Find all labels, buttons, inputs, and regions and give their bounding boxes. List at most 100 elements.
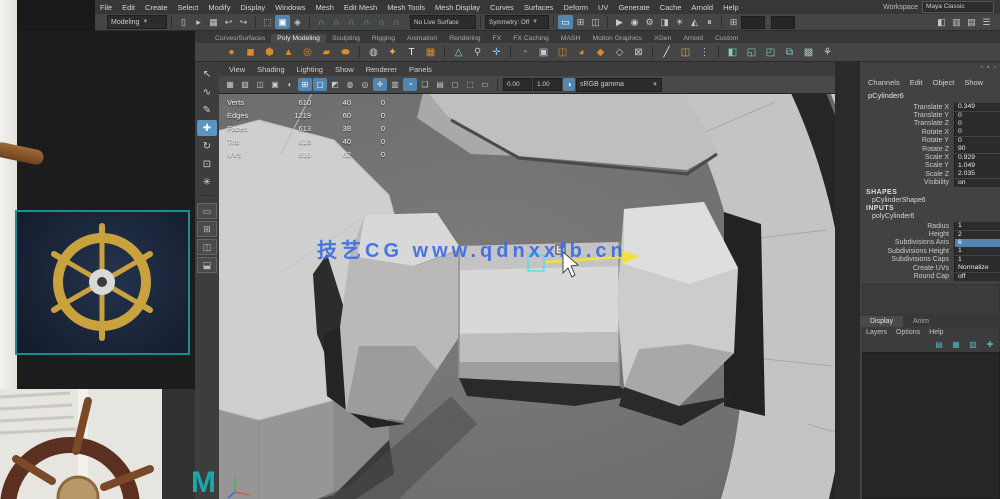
select-camera-icon[interactable]: ▦ bbox=[223, 78, 237, 91]
channel-subdivisions-caps[interactable]: Subdivisions Caps 1 bbox=[860, 255, 1000, 264]
live-surface-dropdown[interactable]: No Live Surface bbox=[410, 15, 476, 29]
layer-editor-menu-item[interactable]: Options bbox=[896, 329, 920, 336]
selected-object-name[interactable]: pCylinder6 bbox=[868, 91, 904, 100]
shelf-tab[interactable]: Curves/Surfaces bbox=[209, 34, 271, 43]
shelf-tab[interactable]: Arnold bbox=[677, 34, 709, 43]
lock-camera-icon[interactable]: ▧ bbox=[238, 78, 252, 91]
shelf-tab[interactable]: Custom bbox=[709, 34, 744, 43]
select-tool[interactable]: ↖ bbox=[197, 66, 217, 82]
quad-draw-icon[interactable]: ✦ bbox=[384, 44, 401, 60]
undo-icon[interactable]: ↩ bbox=[221, 15, 236, 29]
textured-icon[interactable]: ◍ bbox=[343, 78, 357, 91]
layer-from-selected-icon[interactable]: ▧ bbox=[967, 339, 979, 350]
shape-node-name[interactable]: pCylinderShape6 bbox=[872, 197, 926, 204]
channel-subdivisions-height[interactable]: Subdivisions Height 1 bbox=[860, 247, 1000, 256]
extrude-icon[interactable]: ⊠ bbox=[630, 44, 647, 60]
poly-torus-icon[interactable]: ◎ bbox=[299, 44, 316, 60]
shaded-icon[interactable]: ◩ bbox=[328, 78, 342, 91]
input-node-name[interactable]: polyCylinder6 bbox=[872, 213, 914, 220]
perspective-viewport[interactable]: Verts 610 40 0 Edges 1219 60 0 Faces 613 38 0 Tri… bbox=[219, 94, 835, 499]
layer-editor-tab[interactable]: Anim bbox=[903, 316, 939, 327]
locator-icon[interactable]: ✛ bbox=[488, 44, 505, 60]
poly-cylinder-icon[interactable]: ⬢ bbox=[261, 44, 278, 60]
menu-item[interactable]: Surfaces bbox=[519, 3, 559, 12]
multi-cut-icon[interactable]: ╱ bbox=[652, 44, 675, 60]
shelf-tab[interactable]: Sculpting bbox=[326, 34, 366, 43]
last-tool-used[interactable]: ✳ bbox=[197, 174, 217, 190]
render-view-icon[interactable]: ▶ bbox=[612, 15, 627, 29]
motion-blur-icon[interactable]: ◔ bbox=[403, 78, 417, 91]
reference-image-brass-wheel[interactable] bbox=[15, 210, 190, 355]
channel-rotate-y[interactable]: Rotate Y 0 bbox=[860, 136, 1000, 145]
menu-item[interactable]: Mesh bbox=[311, 3, 339, 12]
make-live-icon[interactable]: ∩ bbox=[389, 15, 404, 29]
shelf-tab[interactable]: MASH bbox=[555, 34, 587, 43]
wireframe-icon[interactable]: ▢ bbox=[313, 78, 327, 91]
menu-item[interactable]: Help bbox=[718, 3, 743, 12]
menu-item[interactable]: Edit Mesh bbox=[339, 3, 382, 12]
redo-icon[interactable]: ↪ bbox=[236, 15, 251, 29]
measure-tool-icon[interactable]: ⚲ bbox=[469, 44, 486, 60]
layout-persp-outliner[interactable]: ⬓ bbox=[197, 257, 217, 273]
open-scene-icon[interactable]: ▸ bbox=[191, 15, 206, 29]
arnold-render-icon[interactable]: ◭ bbox=[687, 15, 702, 29]
snap-to-projected-center-icon[interactable]: ∩ bbox=[359, 15, 374, 29]
channel-translate-y[interactable]: Translate Y 0 bbox=[860, 111, 1000, 120]
poly-sphere-icon[interactable]: ● bbox=[223, 44, 240, 60]
channel-translate-x[interactable]: Translate X 0.349 bbox=[860, 103, 1000, 112]
view-transform-dropdown[interactable]: sRGB gamma ▼ bbox=[576, 77, 662, 92]
channel-scale-z[interactable]: Scale Z 2.035 bbox=[860, 170, 1000, 179]
poly-plane-icon[interactable]: ▰ bbox=[318, 44, 335, 60]
shelf-tab[interactable]: Motion Graphics bbox=[586, 34, 648, 43]
pin-icon[interactable]: ◦ bbox=[994, 64, 996, 71]
shelf-tab[interactable]: FX Caching bbox=[507, 34, 555, 43]
outliner-toggle-icon[interactable]: ☰ bbox=[979, 15, 994, 29]
film-gate-icon[interactable]: ⬚ bbox=[463, 78, 477, 91]
bevel-icon[interactable]: ◆ bbox=[592, 44, 609, 60]
channel-rotate-z[interactable]: Rotate Z 90 bbox=[860, 145, 1000, 154]
paint-select-tool[interactable]: ✎ bbox=[197, 102, 217, 118]
panel-divider[interactable] bbox=[835, 62, 860, 499]
panel-menu-item[interactable]: Panels bbox=[409, 65, 432, 74]
workspace-dropdown[interactable]: Maya Classic bbox=[922, 1, 994, 13]
gate-mask-icon[interactable]: ▭ bbox=[478, 78, 492, 91]
channel-box-menu-item[interactable]: Object bbox=[933, 78, 955, 87]
scale-tool[interactable]: ⊡ bbox=[197, 156, 217, 172]
menu-item[interactable]: Windows bbox=[270, 3, 310, 12]
poly-disc-icon[interactable]: ⬬ bbox=[337, 44, 354, 60]
resolution-gate-icon[interactable]: ◻ bbox=[448, 78, 462, 91]
construction-plane-icon[interactable]: △ bbox=[444, 44, 467, 60]
input-line-field-1[interactable] bbox=[741, 15, 765, 29]
boolean-union-icon[interactable]: ◔ bbox=[510, 44, 533, 60]
select-component-icon[interactable]: ◈ bbox=[290, 15, 305, 29]
channel-box-menu-item[interactable]: Channels bbox=[868, 78, 900, 87]
menu-item[interactable]: Curves bbox=[485, 3, 519, 12]
gamma-field[interactable]: 1.00 bbox=[533, 78, 562, 91]
channel-height[interactable]: Height 2 bbox=[860, 230, 1000, 239]
channel-rotate-x[interactable]: Rotate X 0 bbox=[860, 128, 1000, 137]
channel-create-uvs[interactable]: Create UVs Normalize bbox=[860, 264, 1000, 273]
layout-single-pane[interactable]: ▭ bbox=[197, 203, 217, 219]
layer-editor-tab[interactable]: Display bbox=[860, 316, 903, 327]
four-pane-icon[interactable]: ⊞ bbox=[573, 15, 588, 29]
smooth-icon[interactable]: ◕ bbox=[573, 44, 590, 60]
rotate-tool[interactable]: ↻ bbox=[197, 138, 217, 154]
layer-editor-menu-item[interactable]: Layers bbox=[866, 329, 887, 336]
input-line-field-2[interactable] bbox=[770, 15, 795, 29]
light-editor-icon[interactable]: ☀ bbox=[672, 15, 687, 29]
menu-item[interactable]: Mesh Tools bbox=[382, 3, 430, 12]
camera-attributes-icon[interactable]: ◫ bbox=[253, 78, 267, 91]
type-tool-icon[interactable]: T bbox=[403, 44, 420, 60]
menu-set-dropdown[interactable]: Modeling ▼ bbox=[107, 15, 167, 29]
sculpt-tool-icon[interactable]: ◍ bbox=[359, 44, 382, 60]
menu-item[interactable]: Deform bbox=[558, 3, 593, 12]
pause-icon[interactable]: ⏸ bbox=[702, 15, 717, 29]
image-plane-icon[interactable]: ◐ bbox=[283, 78, 297, 91]
channel-scale-y[interactable]: Scale Y 1.049 bbox=[860, 161, 1000, 170]
new-scene-icon[interactable]: ▯ bbox=[176, 15, 191, 29]
combine-icon[interactable]: ▣ bbox=[535, 44, 552, 60]
menu-item[interactable]: Generate bbox=[613, 3, 654, 12]
panel-menu-item[interactable]: Renderer bbox=[366, 65, 397, 74]
channel-box-menu-item[interactable]: Edit bbox=[910, 78, 923, 87]
panel-menu-item[interactable]: Show bbox=[335, 65, 354, 74]
